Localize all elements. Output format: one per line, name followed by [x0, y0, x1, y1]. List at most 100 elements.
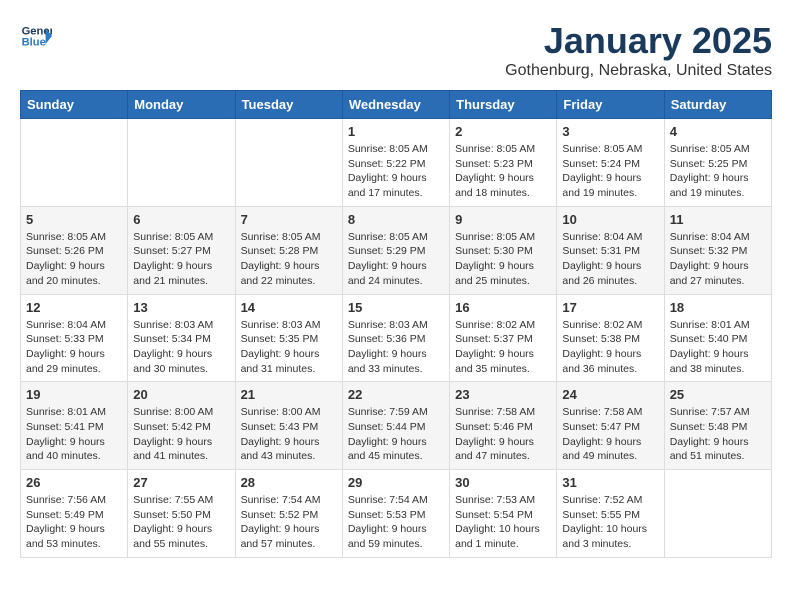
- day-number: 6: [133, 212, 229, 227]
- day-number: 7: [241, 212, 337, 227]
- calendar-cell: [21, 119, 128, 207]
- day-number: 27: [133, 475, 229, 490]
- day-info: Sunrise: 8:03 AM Sunset: 5:34 PM Dayligh…: [133, 318, 229, 377]
- calendar-cell: 14Sunrise: 8:03 AM Sunset: 5:35 PM Dayli…: [235, 294, 342, 382]
- day-info: Sunrise: 8:03 AM Sunset: 5:36 PM Dayligh…: [348, 318, 444, 377]
- day-info: Sunrise: 8:05 AM Sunset: 5:28 PM Dayligh…: [241, 230, 337, 289]
- calendar-cell: 19Sunrise: 8:01 AM Sunset: 5:41 PM Dayli…: [21, 382, 128, 470]
- calendar-cell: 7 Sunrise: 8:05 AM Sunset: 5:28 PM Daylig…: [235, 206, 342, 294]
- svg-text:Blue: Blue: [22, 37, 46, 49]
- day-info: Sunrise: 7:57 AM Sunset: 5:48 PM Dayligh…: [670, 405, 766, 464]
- day-number: 2: [455, 124, 551, 139]
- day-info: Sunrise: 8:02 AM Sunset: 5:38 PM Dayligh…: [562, 318, 658, 377]
- day-info: Sunrise: 7:58 AM Sunset: 5:46 PM Dayligh…: [455, 405, 551, 464]
- day-info: Sunrise: 8:05 AM Sunset: 5:24 PM Dayligh…: [562, 142, 658, 201]
- day-info: Sunrise: 8:05 AM Sunset: 5:26 PM Dayligh…: [26, 230, 122, 289]
- calendar-cell: 25 Sunrise: 7:57 AM Sunset: 5:48 PM Dayli…: [664, 382, 771, 470]
- calendar-cell: 4 Sunrise: 8:05 AM Sunset: 5:25 PM Daylig…: [664, 119, 771, 207]
- day-number: 12: [26, 300, 122, 315]
- day-info: Sunrise: 8:04 AM Sunset: 5:31 PM Dayligh…: [562, 230, 658, 289]
- day-info: Sunrise: 8:02 AM Sunset: 5:37 PM Dayligh…: [455, 318, 551, 377]
- header-wednesday: Wednesday: [342, 91, 449, 119]
- day-number: 25: [670, 387, 766, 402]
- day-info: Sunrise: 8:05 AM Sunset: 5:23 PM Dayligh…: [455, 142, 551, 201]
- calendar-cell: 11 Sunrise: 8:04 AM Sunset: 5:32 PM Dayli…: [664, 206, 771, 294]
- calendar-cell: 22Sunrise: 7:59 AM Sunset: 5:44 PM Dayli…: [342, 382, 449, 470]
- day-number: 19: [26, 387, 122, 402]
- calendar-cell: 3 Sunrise: 8:05 AM Sunset: 5:24 PM Daylig…: [557, 119, 664, 207]
- calendar-cell: 8Sunrise: 8:05 AM Sunset: 5:29 PM Daylig…: [342, 206, 449, 294]
- header: General Blue January 2025 Gothenburg, Ne…: [20, 20, 772, 80]
- calendar-cell: 20 Sunrise: 8:00 AM Sunset: 5:42 PM Dayli…: [128, 382, 235, 470]
- day-number: 10: [562, 212, 658, 227]
- calendar-cell: 1 Sunrise: 8:05 AM Sunset: 5:22 PM Daylig…: [342, 119, 449, 207]
- page-title: January 2025: [505, 20, 772, 62]
- day-number: 22: [348, 387, 444, 402]
- day-info: Sunrise: 8:05 AM Sunset: 5:30 PM Dayligh…: [455, 230, 551, 289]
- day-info: Sunrise: 8:05 AM Sunset: 5:22 PM Dayligh…: [348, 142, 444, 201]
- day-number: 13: [133, 300, 229, 315]
- calendar-body: 1 Sunrise: 8:05 AM Sunset: 5:22 PM Daylig…: [21, 119, 772, 558]
- header-tuesday: Tuesday: [235, 91, 342, 119]
- day-info: Sunrise: 7:54 AM Sunset: 5:53 PM Dayligh…: [348, 493, 444, 552]
- day-number: 29: [348, 475, 444, 490]
- day-info: Sunrise: 7:55 AM Sunset: 5:50 PM Dayligh…: [133, 493, 229, 552]
- day-number: 1: [348, 124, 444, 139]
- logo: General Blue: [20, 20, 52, 52]
- calendar-cell: 30Sunrise: 7:53 AM Sunset: 5:54 PM Dayli…: [450, 470, 557, 558]
- calendar-cell: 26Sunrise: 7:56 AM Sunset: 5:49 PM Dayli…: [21, 470, 128, 558]
- day-info: Sunrise: 7:58 AM Sunset: 5:47 PM Dayligh…: [562, 405, 658, 464]
- day-number: 14: [241, 300, 337, 315]
- calendar-cell: 17 Sunrise: 8:02 AM Sunset: 5:38 PM Dayli…: [557, 294, 664, 382]
- page-subtitle: Gothenburg, Nebraska, United States: [505, 62, 772, 80]
- day-number: 11: [670, 212, 766, 227]
- calendar-cell: 23 Sunrise: 7:58 AM Sunset: 5:46 PM Dayli…: [450, 382, 557, 470]
- day-info: Sunrise: 8:05 AM Sunset: 5:25 PM Dayligh…: [670, 142, 766, 201]
- day-info: Sunrise: 8:04 AM Sunset: 5:32 PM Dayligh…: [670, 230, 766, 289]
- calendar-cell: 21 Sunrise: 8:00 AM Sunset: 5:43 PM Dayli…: [235, 382, 342, 470]
- calendar-week-5: 26Sunrise: 7:56 AM Sunset: 5:49 PM Dayli…: [21, 470, 772, 558]
- day-number: 24: [562, 387, 658, 402]
- calendar-cell: [235, 119, 342, 207]
- day-number: 3: [562, 124, 658, 139]
- day-info: Sunrise: 7:53 AM Sunset: 5:54 PM Dayligh…: [455, 493, 551, 552]
- calendar-cell: [664, 470, 771, 558]
- calendar-week-4: 19Sunrise: 8:01 AM Sunset: 5:41 PM Dayli…: [21, 382, 772, 470]
- day-number: 31: [562, 475, 658, 490]
- day-number: 15: [348, 300, 444, 315]
- header-monday: Monday: [128, 91, 235, 119]
- day-info: Sunrise: 8:00 AM Sunset: 5:43 PM Dayligh…: [241, 405, 337, 464]
- calendar-cell: 12Sunrise: 8:04 AM Sunset: 5:33 PM Dayli…: [21, 294, 128, 382]
- calendar-week-3: 12Sunrise: 8:04 AM Sunset: 5:33 PM Dayli…: [21, 294, 772, 382]
- day-info: Sunrise: 8:01 AM Sunset: 5:40 PM Dayligh…: [670, 318, 766, 377]
- header-row: Sunday Monday Tuesday Wednesday Thursday…: [21, 91, 772, 119]
- calendar-cell: 27 Sunrise: 7:55 AM Sunset: 5:50 PM Dayli…: [128, 470, 235, 558]
- day-number: 4: [670, 124, 766, 139]
- calendar-week-1: 1 Sunrise: 8:05 AM Sunset: 5:22 PM Daylig…: [21, 119, 772, 207]
- calendar-cell: 15 Sunrise: 8:03 AM Sunset: 5:36 PM Dayli…: [342, 294, 449, 382]
- day-number: 20: [133, 387, 229, 402]
- day-number: 26: [26, 475, 122, 490]
- header-thursday: Thursday: [450, 91, 557, 119]
- calendar-cell: 2 Sunrise: 8:05 AM Sunset: 5:23 PM Daylig…: [450, 119, 557, 207]
- day-number: 23: [455, 387, 551, 402]
- day-number: 17: [562, 300, 658, 315]
- calendar-cell: 28Sunrise: 7:54 AM Sunset: 5:52 PM Dayli…: [235, 470, 342, 558]
- calendar-cell: 13 Sunrise: 8:03 AM Sunset: 5:34 PM Dayli…: [128, 294, 235, 382]
- calendar-header: Sunday Monday Tuesday Wednesday Thursday…: [21, 91, 772, 119]
- day-info: Sunrise: 7:52 AM Sunset: 5:55 PM Dayligh…: [562, 493, 658, 552]
- header-friday: Friday: [557, 91, 664, 119]
- header-sunday: Sunday: [21, 91, 128, 119]
- day-number: 21: [241, 387, 337, 402]
- day-number: 9: [455, 212, 551, 227]
- calendar-cell: 9 Sunrise: 8:05 AM Sunset: 5:30 PM Daylig…: [450, 206, 557, 294]
- calendar-table: Sunday Monday Tuesday Wednesday Thursday…: [20, 90, 772, 558]
- calendar-cell: [128, 119, 235, 207]
- day-number: 18: [670, 300, 766, 315]
- day-info: Sunrise: 8:05 AM Sunset: 5:29 PM Dayligh…: [348, 230, 444, 289]
- day-info: Sunrise: 7:54 AM Sunset: 5:52 PM Dayligh…: [241, 493, 337, 552]
- day-number: 16: [455, 300, 551, 315]
- calendar-cell: 6Sunrise: 8:05 AM Sunset: 5:27 PM Daylig…: [128, 206, 235, 294]
- calendar-cell: 24 Sunrise: 7:58 AM Sunset: 5:47 PM Dayli…: [557, 382, 664, 470]
- day-info: Sunrise: 8:00 AM Sunset: 5:42 PM Dayligh…: [133, 405, 229, 464]
